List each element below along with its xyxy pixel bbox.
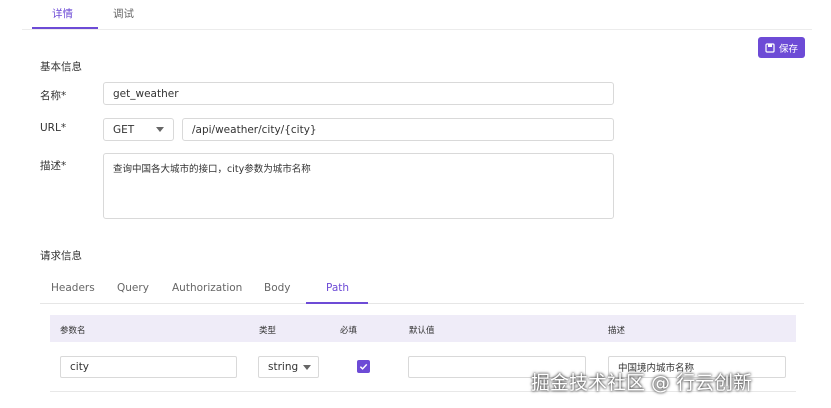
request-tab-bar: Headers Query Authorization Body Path xyxy=(40,276,804,304)
params-table-header: 参数名 类型 必填 默认值 描述 xyxy=(50,315,796,342)
url-label: URL* xyxy=(40,122,67,134)
tab-details[interactable]: 详情 xyxy=(52,6,73,28)
column-header-default: 默认值 xyxy=(409,326,435,336)
request-info-title: 请求信息 xyxy=(40,250,82,262)
name-input[interactable]: get_weather xyxy=(103,82,614,105)
top-tab-bar: 详情 调试 xyxy=(22,0,812,30)
method-select[interactable]: GET xyxy=(103,118,174,141)
column-header-description: 描述 xyxy=(608,326,626,336)
param-type-value: string xyxy=(268,361,299,373)
description-label: 描述* xyxy=(40,160,67,172)
active-tab-indicator xyxy=(32,27,98,29)
check-icon xyxy=(359,363,368,370)
param-required-checkbox[interactable] xyxy=(357,360,370,373)
tab-query[interactable]: Query xyxy=(117,282,149,294)
url-path-value: /api/weather/city/{city} xyxy=(192,123,317,136)
tab-authorization[interactable]: Authorization xyxy=(172,282,242,294)
tab-body[interactable]: Body xyxy=(264,282,291,294)
description-textarea[interactable]: 查询中国各大城市的接口，city参数为城市名称 xyxy=(103,153,614,219)
name-input-value: get_weather xyxy=(113,87,179,100)
tab-debug[interactable]: 调试 xyxy=(113,6,134,28)
tab-path[interactable]: Path xyxy=(326,282,349,294)
chevron-down-icon xyxy=(303,364,311,370)
save-button-label: 保存 xyxy=(778,43,798,55)
chevron-down-icon xyxy=(156,127,164,132)
basic-info-title: 基本信息 xyxy=(40,61,82,73)
column-header-param-name: 参数名 xyxy=(60,326,86,336)
param-name-input[interactable]: city xyxy=(60,356,237,378)
save-button[interactable]: 保存 xyxy=(758,37,805,58)
url-path-input[interactable]: /api/weather/city/{city} xyxy=(182,118,614,141)
param-name-value: city xyxy=(70,361,90,373)
save-icon xyxy=(765,42,775,53)
tab-headers[interactable]: Headers xyxy=(51,282,95,294)
name-label: 名称* xyxy=(40,90,67,102)
watermark: 掘金技术社区 @ 行云创新 xyxy=(531,372,753,394)
column-header-required: 必填 xyxy=(340,326,358,336)
description-value: 查询中国各大城市的接口，city参数为城市名称 xyxy=(113,164,311,175)
method-select-value: GET xyxy=(113,123,135,136)
column-header-type: 类型 xyxy=(259,326,277,336)
param-type-select[interactable]: string xyxy=(258,356,319,378)
active-request-tab-indicator xyxy=(306,302,368,304)
